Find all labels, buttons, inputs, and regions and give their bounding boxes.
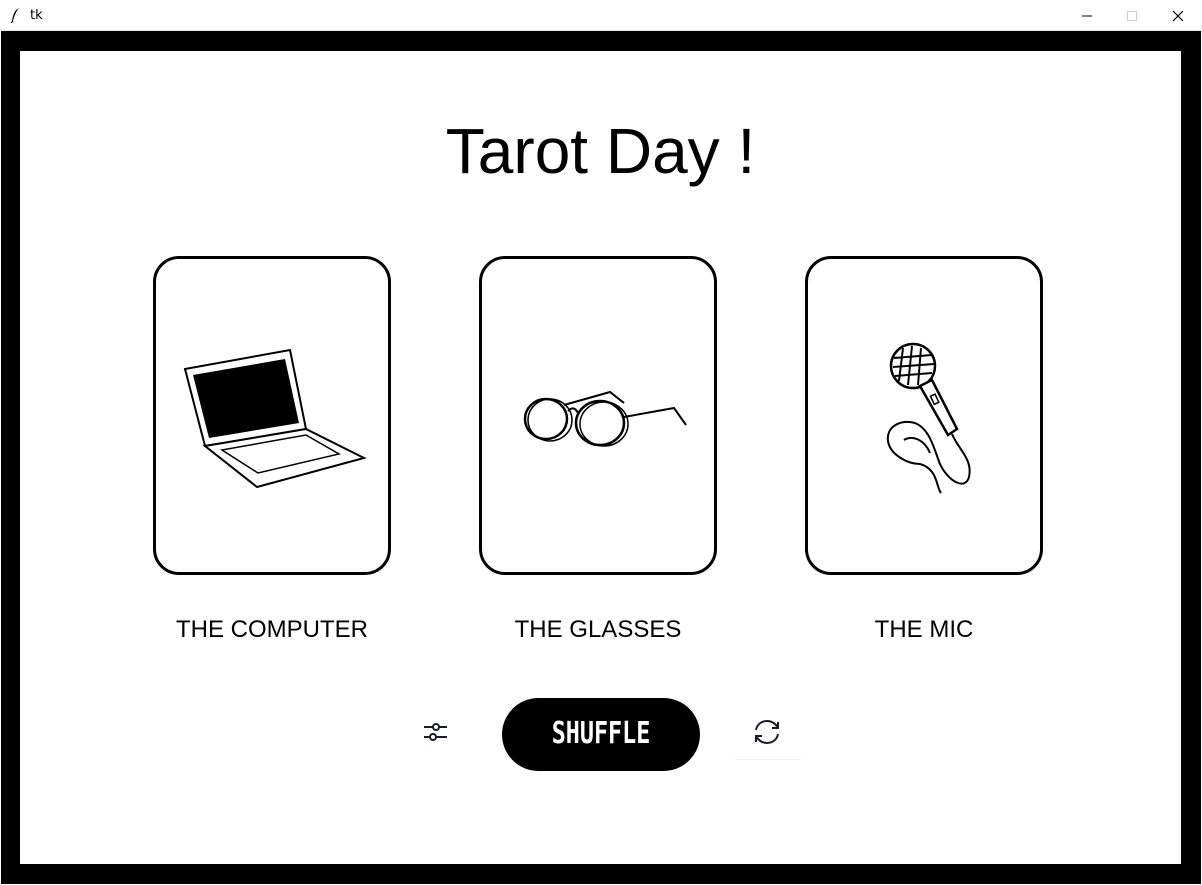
minimize-icon <box>1082 15 1092 17</box>
card-glasses[interactable] <box>479 256 717 575</box>
tk-feather-icon <box>10 8 19 23</box>
page-title: Tarot Day ! <box>445 115 756 187</box>
sliders-icon <box>424 723 447 741</box>
refresh-icon <box>755 719 779 745</box>
refresh-button[interactable] <box>750 716 784 748</box>
close-button[interactable] <box>1155 0 1201 31</box>
card-label-computer: THE COMPUTER <box>176 616 368 643</box>
shuffle-button[interactable]: SHUFFLE <box>502 698 700 771</box>
maximize-icon <box>1127 11 1137 21</box>
card-computer[interactable] <box>153 256 391 575</box>
card-label-mic: THE MIC <box>874 616 974 643</box>
card-label-glasses: THE GLASSES <box>514 616 682 643</box>
settings-button[interactable] <box>420 717 450 747</box>
refresh-underline <box>735 759 801 760</box>
card-mic[interactable] <box>805 256 1043 575</box>
app-canvas: Tarot Day ! THE COMPUTER THE GLASSES THE… <box>20 51 1181 864</box>
shuffle-button-label: SHUFFLE <box>551 716 651 751</box>
close-icon <box>1172 10 1184 22</box>
window-title: tk <box>30 8 43 23</box>
laptop-icon <box>183 348 367 489</box>
window-titlebar: tk <box>0 0 1202 31</box>
maximize-button[interactable] <box>1109 0 1155 31</box>
minimize-button[interactable] <box>1064 0 1110 31</box>
microphone-icon <box>886 342 971 494</box>
glasses-icon <box>523 390 687 447</box>
